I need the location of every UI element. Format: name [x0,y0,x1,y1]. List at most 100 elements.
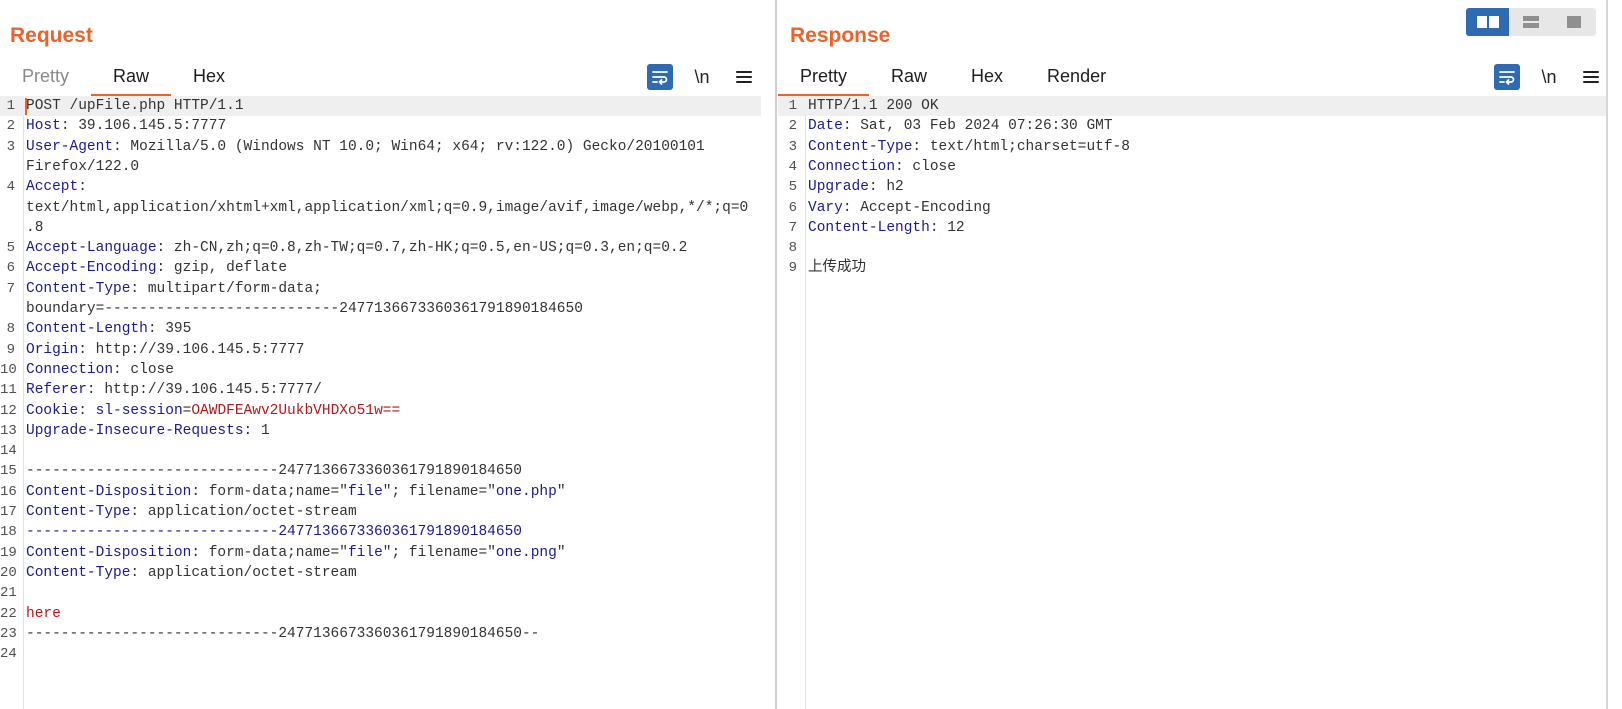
code-line: 6 Vary: Accept-Encoding [778,198,1608,218]
newline-toggle-button[interactable]: \n [687,64,717,90]
response-viewer[interactable]: 1 HTTP/1.1 200 OK 2 Date: Sat, 03 Feb 2024 … [778,96,1608,709]
token: HTTP/1.1 200 OK [808,98,939,114]
code-line: 18 -----------------------------247713667… [0,522,761,542]
line-content: .8 [26,218,43,238]
header-name: Accept-Encoding [26,260,157,277]
request-tabs: Pretty Raw Hex [0,60,247,96]
token: one.php [495,483,557,500]
token: : [78,402,96,419]
code-line: 9 Origin: http://39.106.145.5:7777 [0,340,761,360]
line-number: 23 [0,625,17,642]
code-line: 24 [0,644,761,664]
code-line: 14 [0,441,761,461]
single-pane-icon[interactable] [1553,8,1596,36]
token: POST /upFile.php HTTP/1.1 [26,98,244,114]
line-content: Content-Type: application/octet-stream [26,563,357,583]
token: file [347,544,383,561]
code-line: 3 Content-Type: text/html;charset=utf-8 [778,137,1608,157]
response-tools: \n [1494,60,1608,94]
token: -----------------------------24771366733… [26,524,522,541]
line-content: -----------------------------24771366733… [26,522,522,542]
tab-raw[interactable]: Raw [869,60,949,96]
newline-toggle-button[interactable]: \n [1534,64,1564,90]
line-number: 3 [6,138,15,155]
token: "; filename=" [382,544,496,561]
line-content: Accept-Encoding: gzip, deflate [26,258,287,278]
line-number: 12 [0,402,17,419]
code-line: 8 [778,238,1608,258]
token: Firefox/122.0 [26,158,140,175]
line-number: 7 [6,280,15,297]
request-editor[interactable]: 1 POST /upFile.php HTTP/1.1 2 Host: 39.106.… [0,96,761,709]
code-line: 2 Host: 39.106.145.5:7777 [0,116,761,136]
wrap-lines-icon[interactable] [647,64,673,90]
line-content: Origin: http://39.106.145.5:7777 [26,340,304,360]
line-number: 3 [788,138,797,155]
header-name: Cookie [26,402,79,419]
token: one.png [495,544,557,561]
response-pane: Response Pretty Raw Hex Render \n 1 HTTP/1.1… [778,0,1622,709]
tab-hex[interactable]: Hex [949,60,1025,96]
line-content: here [26,604,61,624]
wrap-lines-icon[interactable] [1494,64,1520,90]
code-line: 1 HTTP/1.1 200 OK [778,96,1608,117]
header-name: Accept-Language [26,240,157,257]
tab-raw[interactable]: Raw [91,60,172,96]
pane-divider[interactable] [775,0,777,709]
header-name: Vary [808,199,843,216]
token: -----------------------------24771366733… [26,463,522,480]
line-content: Upgrade-Insecure-Requests: 1 [26,421,270,441]
header-name: Content-Type [26,564,131,581]
code-line: 9 上传成功 [778,258,1608,278]
line-number: 6 [6,260,15,277]
code-line: 1 POST /upFile.php HTTP/1.1 [0,96,761,117]
token: : [78,179,87,196]
tab-pretty[interactable]: Pretty [778,60,870,96]
line-number: 8 [6,321,15,338]
response-title: Response [790,24,891,47]
token: : form-data;name=" [191,483,348,500]
token: : 12 [929,219,965,236]
line-number: 2 [6,118,15,135]
line-number: 5 [6,240,15,257]
line-content: Cookie: sl-session=OAWDFEAwv2UukbVHDXo51… [26,401,400,421]
line-content: Content-Type: multipart/form-data; [26,279,322,299]
line-number: 1 [6,98,15,114]
hamburger-menu-icon[interactable] [731,64,757,90]
code-line: 2 Date: Sat, 03 Feb 2024 07:26:30 GMT [778,116,1608,136]
tab-pretty[interactable]: Pretty [0,60,91,96]
token: : 39.106.145.5:7777 [60,118,227,135]
line-content: Firefox/122.0 [26,157,139,177]
tab-render[interactable]: Render [1025,60,1128,96]
header-name: Content-Type [26,280,131,297]
token: "; filename=" [382,483,496,500]
token: " [556,483,566,500]
header-name: Content-Length [26,321,148,338]
header-name: sl-session [95,402,183,419]
token: : http://39.106.145.5:7777/ [86,382,322,399]
header-name: Host [26,118,61,135]
line-number: 2 [788,118,797,135]
line-number: 16 [0,483,17,500]
split-horizontal-icon[interactable] [1466,8,1510,36]
header-name: Connection [26,361,114,378]
line-number: 6 [788,199,797,216]
code-line: 4 Connection: close [778,157,1608,177]
token: : application/octet-stream [130,504,357,520]
hamburger-menu-icon[interactable] [1578,64,1604,90]
header-name: Connection [808,158,896,175]
line-number: 1 [788,98,797,114]
header-name: Origin [26,341,79,358]
code-line: 8 Content-Length: 395 [0,319,761,339]
line-number: 14 [0,443,17,460]
line-content: Content-Length: 395 [26,319,191,339]
token: : http://39.106.145.5:7777 [78,341,305,358]
code-line: 16 Content-Disposition: form-data;name="f… [0,482,761,502]
token: : application/octet-stream [130,564,357,581]
response-tab-strip: Pretty Raw Hex Render \n [778,60,1608,97]
tab-hex[interactable]: Hex [171,60,247,96]
code-line: 21 [0,583,761,603]
line-content: Referer: http://39.106.145.5:7777/ [26,380,322,400]
split-vertical-icon[interactable] [1509,8,1552,36]
token: text/html,application/xhtml+xml,applicat… [26,199,749,216]
